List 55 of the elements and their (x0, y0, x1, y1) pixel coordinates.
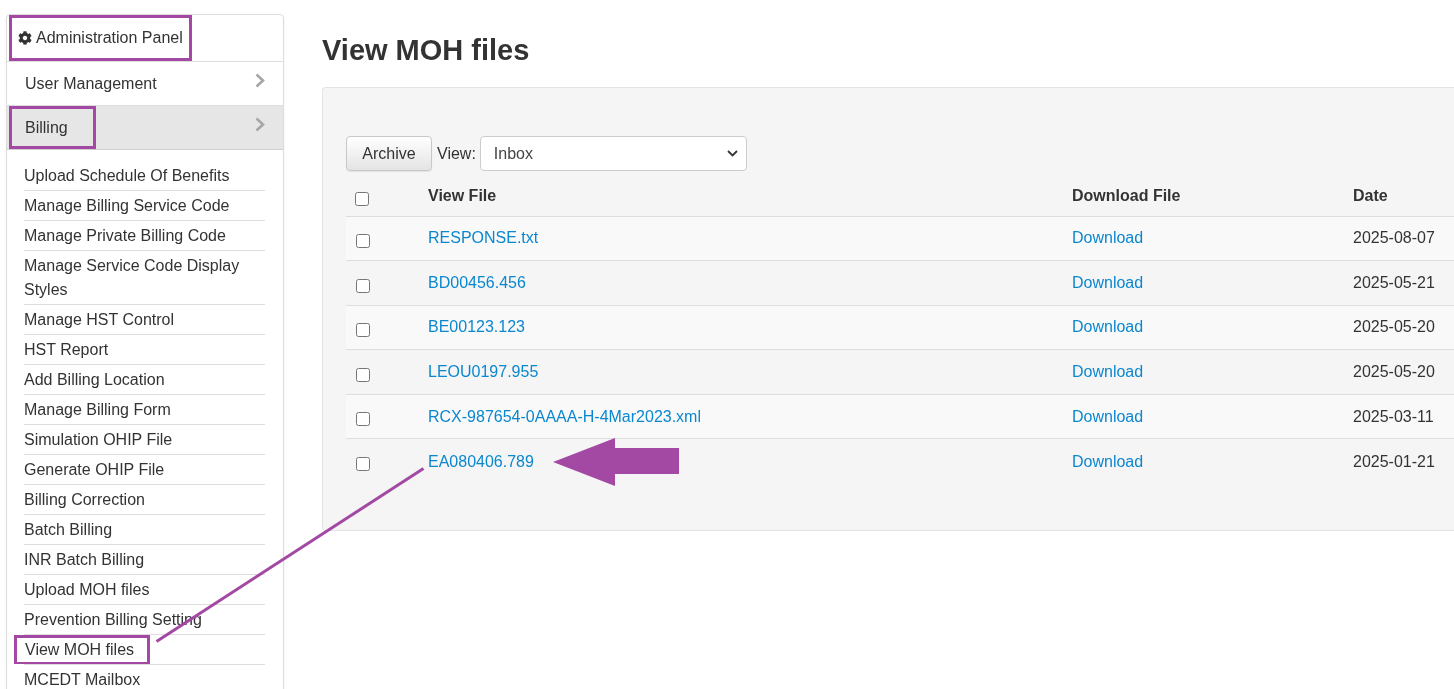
row-checkbox[interactable] (356, 234, 370, 249)
chevron-right-icon (255, 117, 265, 132)
sidebar-link[interactable]: Simulation OHIP File (24, 428, 265, 452)
download-link[interactable]: Download (1072, 273, 1144, 291)
sidebar-link[interactable]: Manage Service Code Display Styles (24, 254, 265, 302)
archive-button[interactable]: Archive (346, 136, 432, 171)
sidebar-link[interactable]: Upload MOH files (24, 578, 265, 602)
page-title: View MOH files (322, 33, 531, 68)
sidebar-link[interactable]: Generate OHIP File (24, 458, 265, 482)
sidebar-link[interactable]: Batch Billing (24, 518, 265, 542)
view-label: View: (437, 143, 476, 164)
chevron-down-icon (726, 150, 738, 157)
date-cell: 2025-05-20 (1345, 349, 1454, 395)
sidebar-link[interactable]: HST Report (24, 338, 265, 362)
date-cell: 2025-08-07 (1345, 216, 1454, 261)
sidebar-link[interactable]: Manage HST Control (24, 308, 265, 332)
row-checkbox[interactable] (356, 278, 370, 293)
sidebar-link[interactable]: Upload Schedule Of Benefits (24, 164, 265, 188)
file-link[interactable]: RCX-987654-0AAAA-H-4Mar2023.xml (428, 404, 701, 429)
column-header: View File (420, 176, 1064, 216)
sidebar-link[interactable]: Manage Billing Service Code (24, 194, 265, 218)
file-link[interactable]: LEOU0197.955 (428, 360, 539, 385)
row-checkbox[interactable] (356, 457, 370, 472)
date-cell: 2025-03-11 (1345, 394, 1454, 439)
sidebar-link[interactable]: Billing Correction (24, 488, 265, 512)
sidebar-item[interactable]: Billing (7, 106, 283, 150)
date-cell: 2025-05-20 (1345, 305, 1454, 350)
column-header: Date (1345, 176, 1454, 216)
panel-title: Administration Panel (36, 28, 183, 48)
download-link[interactable]: Download (1072, 318, 1144, 336)
download-link[interactable]: Download (1072, 363, 1144, 381)
download-link[interactable]: Download (1072, 229, 1144, 247)
sidebar-item[interactable]: User Management (7, 62, 283, 106)
date-cell: 2025-05-21 (1345, 260, 1454, 306)
sidebar-link[interactable]: Manage Billing Form (24, 398, 265, 422)
view-select[interactable]: Inbox (479, 136, 747, 171)
sidebar-link[interactable]: Add Billing Location (24, 368, 265, 392)
sidebar-link[interactable]: Manage Private Billing Code (24, 224, 265, 248)
settings-icon (18, 31, 32, 45)
file-link[interactable]: EA080406.789 (428, 449, 534, 474)
row-checkbox[interactable] (356, 323, 370, 338)
download-link[interactable]: Download (1072, 407, 1144, 425)
row-checkbox[interactable] (356, 412, 370, 427)
date-cell: 2025-01-21 (1345, 438, 1454, 484)
select-all-checkbox[interactable] (355, 191, 369, 206)
column-header: Download File (1064, 176, 1345, 216)
chevron-right-icon (255, 73, 265, 88)
sidebar-link[interactable]: MCEDT Mailbox (24, 668, 265, 689)
file-link[interactable]: BD00456.456 (428, 270, 526, 295)
file-link[interactable]: BE00123.123 (428, 315, 525, 340)
row-checkbox[interactable] (356, 367, 370, 382)
sidebar-link[interactable]: INR Batch Billing (24, 548, 265, 572)
file-link[interactable]: RESPONSE.txt (428, 226, 539, 251)
sidebar-link[interactable]: View MOH files (14, 635, 151, 664)
download-link[interactable]: Download (1072, 452, 1144, 470)
